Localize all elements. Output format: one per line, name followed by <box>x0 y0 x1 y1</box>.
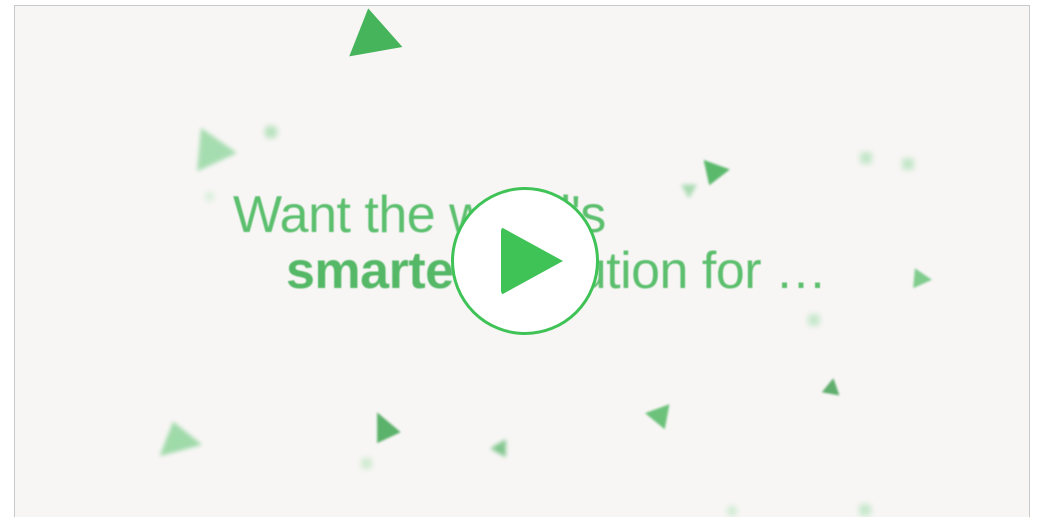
decorative-triangle <box>821 376 843 396</box>
decorative-dot <box>808 314 820 326</box>
decorative-dot <box>859 504 871 516</box>
decorative-dot <box>860 152 872 164</box>
play-button[interactable] <box>451 187 599 335</box>
decorative-triangle <box>645 404 677 434</box>
decorative-triangle <box>341 6 403 57</box>
decorative-triangle <box>181 118 237 172</box>
decorative-dot <box>205 192 214 201</box>
decorative-dot <box>265 126 277 138</box>
decorative-triangle <box>151 415 203 457</box>
decorative-triangle <box>696 159 730 191</box>
decorative-triangle <box>365 406 401 444</box>
decorative-dot <box>727 506 737 516</box>
decorative-triangle <box>490 434 514 458</box>
decorative-dot <box>361 458 372 469</box>
play-icon <box>501 227 563 295</box>
video-player[interactable]: Want the world's smartest solution for … <box>14 5 1030 517</box>
decorative-dot <box>902 158 914 170</box>
decorative-triangle <box>913 268 933 290</box>
